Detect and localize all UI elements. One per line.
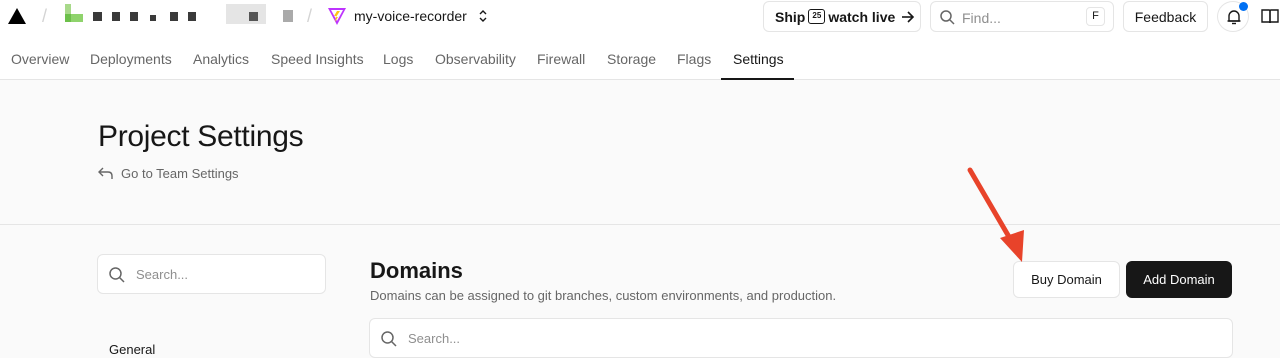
arrow-right-icon [902,10,915,23]
team-name-redacted [249,12,258,21]
team-name-redacted [226,4,266,24]
annotation-arrow-icon [967,167,1024,262]
tab-speed-insights[interactable]: Speed Insights [271,51,364,67]
bell-icon [1227,10,1241,25]
tab-firewall[interactable]: Firewall [537,51,585,67]
breadcrumb-separator: / [42,6,48,26]
calendar-icon: 25 [808,9,826,24]
page-header: Project Settings Go to Team Settings [0,80,1280,225]
project-name[interactable]: my-voice-recorder [354,8,467,24]
team-name-redacted [170,12,178,21]
tab-storage[interactable]: Storage [607,51,656,67]
team-avatar-icon[interactable] [65,4,83,22]
domains-heading: Domains [370,258,463,283]
settings-search-input[interactable]: Search... [97,254,326,294]
chevron-updown-icon[interactable] [477,8,489,24]
find-placeholder: Find... [962,10,1001,26]
back-link-label: Go to Team Settings [121,166,239,181]
settings-search-placeholder: Search... [136,267,189,282]
ship-label: Ship [775,8,806,25]
feedback-button[interactable]: Feedback [1123,1,1208,32]
top-bar: / / my-voice-recorder Ship 25 watch live [0,0,1280,40]
team-name-redacted [112,12,120,21]
team-name-redacted [130,12,138,21]
project-nav-tabs: Overview Deployments Analytics Speed Ins… [0,40,1280,80]
domains-description: Domains can be assigned to git branches,… [370,288,837,303]
tab-observability[interactable]: Observability [435,51,516,67]
domains-search-placeholder: Search... [408,331,461,346]
team-name-redacted [188,12,196,21]
team-name-redacted[interactable] [93,12,102,21]
ship-watch-live-button[interactable]: Ship 25 watch live [763,1,921,32]
search-icon [940,10,955,25]
tab-deployments[interactable]: Deployments [90,51,172,67]
watch-live-label: watch live [828,8,896,25]
tab-overview[interactable]: Overview [11,51,69,67]
search-icon [381,331,397,347]
vite-project-icon[interactable] [327,6,347,26]
find-search-box[interactable]: Find... F [930,1,1114,32]
tab-analytics[interactable]: Analytics [193,51,249,67]
page-title: Project Settings [98,120,304,153]
team-name-redacted [283,10,293,22]
book-icon[interactable] [1261,8,1279,24]
vercel-logo-icon[interactable] [8,8,26,24]
team-name-redacted [150,15,156,21]
go-to-team-settings-link[interactable]: Go to Team Settings [98,166,239,181]
find-shortcut-key: F [1086,7,1105,26]
tab-settings[interactable]: Settings [733,51,784,67]
return-arrow-icon [98,167,113,179]
notification-badge [1239,2,1248,11]
add-domain-button[interactable]: Add Domain [1126,261,1232,298]
tab-logs[interactable]: Logs [383,51,413,67]
sidebar-item-general[interactable]: General [109,342,155,357]
breadcrumb-separator: / [307,6,313,26]
tab-flags[interactable]: Flags [677,51,711,67]
domains-search-input[interactable]: Search... [369,318,1233,358]
search-icon [109,267,125,283]
